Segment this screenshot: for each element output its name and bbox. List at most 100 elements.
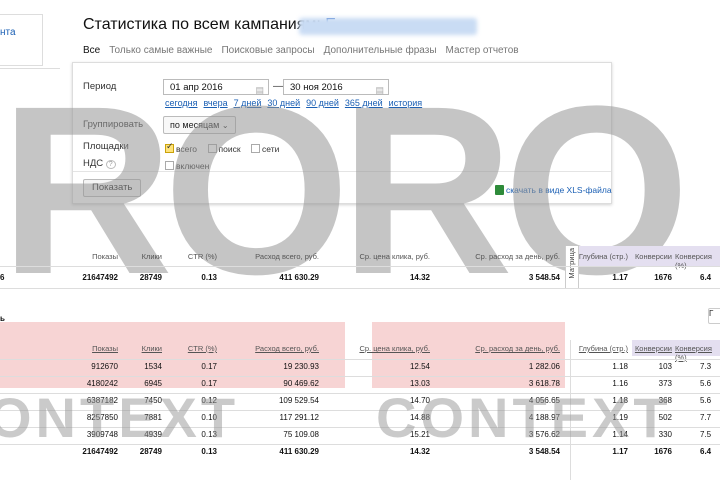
summary-row-label: 6 [0, 273, 5, 282]
cell-ctr: 0.13 [201, 447, 217, 456]
quick-link-7-days[interactable]: 7 дней [234, 98, 262, 108]
sidebar-link[interactable]: нта [0, 27, 16, 38]
cell-ctr: 0.17 [201, 379, 217, 388]
filter-panel: Период 01 апр 2016 ▤ — 30 ноя 2016 ▤ сег… [72, 62, 612, 204]
sort-daily-spend[interactable]: Ср. расход за день, руб. [440, 344, 560, 353]
summary-conv-rate: 6.4 [700, 273, 712, 282]
checkbox-networks-label: сети [262, 143, 280, 154]
vat-option: включен [165, 157, 209, 175]
col-header-daily-spend: Ср. расход за день, руб. [475, 252, 560, 261]
cell-daily-spend: 3 548.54 [528, 447, 560, 456]
checkbox-vat[interactable] [165, 161, 174, 171]
panel-divider [73, 171, 611, 172]
tabs-bar: Все Только самые важные Поисковые запрос… [83, 45, 519, 56]
checkbox-all[interactable] [165, 141, 174, 154]
col-header-cpc: Ср. цена клика, руб. [359, 252, 430, 261]
cell-conversions: 373 [658, 379, 672, 388]
platforms-options: всего поиск сети [165, 140, 279, 158]
sort-cpc[interactable]: Ср. цена клика, руб. [330, 344, 430, 353]
group-label: Группировать [83, 119, 144, 130]
vat-label-text: НДС [83, 158, 104, 169]
cell-conv-rate: 7.5 [700, 430, 712, 439]
sort-conversions[interactable]: Конверсии [630, 344, 672, 353]
show-button[interactable]: Показать [83, 179, 142, 197]
cell-conv-rate: 5.6 [700, 396, 712, 405]
quick-link-yesterday[interactable]: вчера [204, 98, 228, 108]
quick-period-links: сегодня вчера 7 дней 30 дней 90 дней 365… [165, 98, 422, 108]
cell-depth: 1.17 [612, 447, 628, 456]
cell-depth: 1.19 [612, 413, 628, 422]
divider [0, 288, 720, 289]
sort-clicks[interactable]: Клики [120, 344, 162, 353]
cell-conv-rate: 7.7 [700, 413, 712, 422]
matrix-toggle[interactable]: Матрица [565, 246, 579, 288]
group-select-value: по месяцам [170, 120, 220, 130]
checkbox-search-label: поиск [218, 143, 241, 154]
summary-conversions: 1676 [654, 273, 672, 282]
cell-ctr: 0.13 [201, 430, 217, 439]
calendar-icon[interactable]: ▤ [375, 82, 384, 98]
help-icon[interactable]: ? [105, 160, 116, 169]
row-divider [0, 444, 720, 445]
excel-icon [495, 184, 504, 195]
date-from-value: 01 апр 2016 [170, 82, 223, 93]
sort-ctr[interactable]: CTR (%) [165, 344, 217, 353]
summary-depth: 1.17 [612, 273, 628, 282]
col-header-ctr: CTR (%) [187, 252, 217, 261]
xls-download-link[interactable]: скачать в виде XLS-файла [506, 185, 612, 195]
tab-additional-phrases[interactable]: Дополнительные фразы [324, 45, 437, 56]
cell-clicks: 6945 [144, 379, 162, 388]
date-dash: — [273, 81, 283, 92]
tab-important[interactable]: Только самые важные [109, 45, 212, 56]
col-header-conv-rate: Конверсия (%) [675, 252, 712, 270]
checkbox-search[interactable] [207, 144, 217, 154]
cell-impressions: 4180242 [86, 379, 118, 388]
checkbox-all-label: всего [176, 143, 198, 154]
scroll-top-button[interactable]: Г [708, 308, 720, 324]
calendar-icon[interactable]: ▤ [255, 82, 264, 98]
period-label: Период [83, 81, 117, 92]
sidebar-panel [0, 14, 43, 66]
checkbox-vat-label: включен [176, 160, 210, 171]
page-title-text: Статистика по всем кампаниям: [83, 16, 321, 33]
cell-cpc: 14.70 [409, 396, 430, 405]
date-from-field[interactable]: 01 апр 2016 ▤ [163, 79, 269, 95]
quick-link-30-days[interactable]: 30 дней [267, 98, 300, 108]
platforms-label: Площадки [83, 141, 129, 152]
summary-daily-spend: 3 548.54 [528, 273, 560, 282]
quick-link-90-days[interactable]: 90 дней [306, 98, 339, 108]
cell-spend: 109 529.54 [278, 396, 319, 405]
sort-impressions[interactable]: Показы [70, 344, 118, 353]
cell-clicks: 28749 [139, 447, 162, 456]
cell-impressions: 6387182 [86, 396, 118, 405]
summary-clicks: 28749 [139, 273, 162, 282]
tab-report-wizard[interactable]: Мастер отчетов [446, 45, 519, 56]
row-divider [0, 393, 720, 394]
date-to-value: 30 ноя 2016 [290, 82, 343, 93]
cell-depth: 1.18 [612, 362, 628, 371]
cell-clicks: 7881 [144, 413, 162, 422]
cell-daily-spend: 4 056.65 [528, 396, 560, 405]
summary-impressions: 21647492 [82, 273, 118, 282]
cell-impressions: 8257850 [86, 413, 118, 422]
summary-spend: 411 630.29 [279, 273, 319, 282]
quick-link-365-days[interactable]: 365 дней [345, 98, 383, 108]
xls-download[interactable]: скачать в виде XLS-файла [495, 181, 612, 199]
cell-daily-spend: 3 576.62 [528, 430, 560, 439]
vat-label: НДС ? [83, 158, 116, 169]
sort-depth[interactable]: Глубина (стр.) [578, 344, 628, 353]
tab-search-queries[interactable]: Поисковые запросы [221, 45, 314, 56]
cell-depth: 1.16 [612, 379, 628, 388]
divider [0, 266, 720, 267]
checkbox-networks[interactable] [251, 144, 260, 154]
cell-conv-rate: 5.6 [700, 379, 712, 388]
sort-spend[interactable]: Расход всего, руб. [220, 344, 319, 353]
cell-impressions: 3909748 [86, 430, 118, 439]
matrix-label: Матрица [567, 248, 576, 279]
quick-link-history[interactable]: история [389, 98, 422, 108]
group-select[interactable]: по месяцам ⌄ [163, 116, 236, 134]
cell-daily-spend: 3 618.78 [528, 379, 560, 388]
date-to-field[interactable]: 30 ноя 2016 ▤ [283, 79, 389, 95]
tab-all[interactable]: Все [83, 45, 100, 56]
quick-link-today[interactable]: сегодня [165, 98, 198, 108]
